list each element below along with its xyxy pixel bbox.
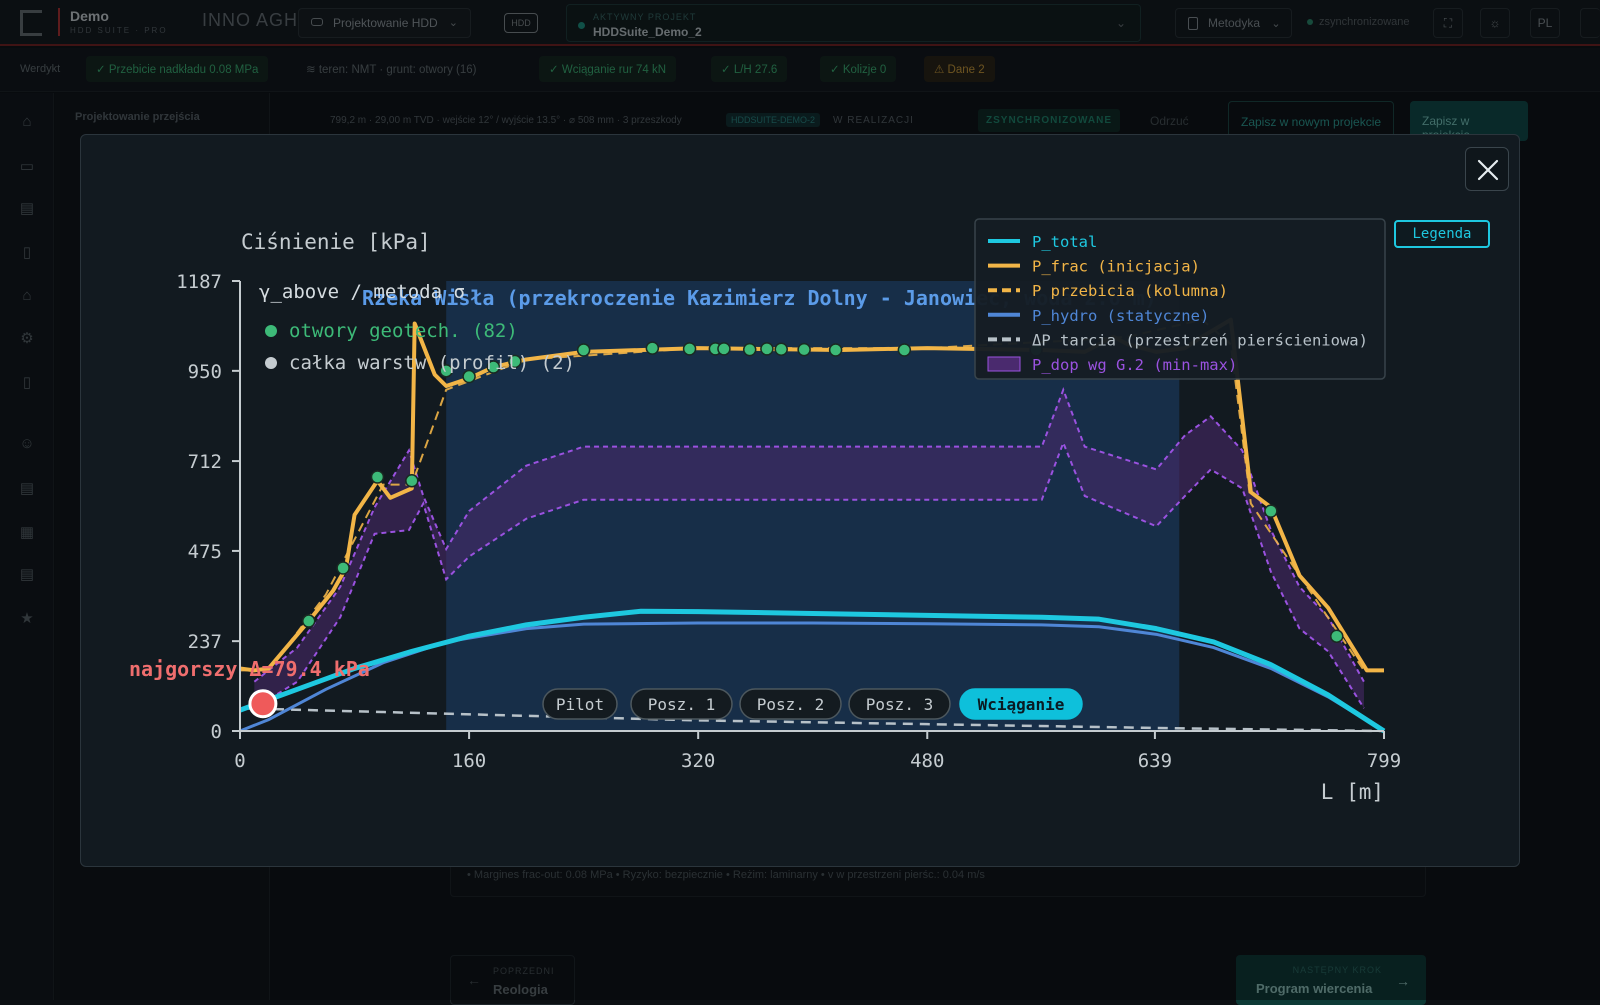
method-legend-label: otwory geotech. (82)	[289, 320, 518, 342]
geotech-point	[645, 341, 660, 355]
legend-swatch	[987, 356, 1021, 372]
y-tick-label: 0	[211, 721, 222, 743]
x-tick-label: 480	[910, 750, 944, 772]
x-tick-label: 320	[681, 750, 715, 772]
geotech-point	[717, 342, 731, 356]
worst-case-label: najgorszy Δ=79.4 kPa	[129, 657, 370, 681]
geotech-point	[774, 342, 788, 356]
y-tick-label: 712	[188, 451, 222, 473]
pressure-chart-modal: 0 237 475 712 950 1187 0 160 320 480 639 799 Ciśnien…	[80, 134, 1520, 867]
x-tick-label: 639	[1138, 750, 1172, 772]
geotech-point	[576, 343, 591, 357]
geotech-point	[828, 343, 843, 357]
close-button[interactable]	[1465, 147, 1509, 191]
geotech-point	[682, 342, 697, 356]
legend-label: ΔP tarcia (przestrzeń pierścieniowa)	[1032, 331, 1368, 349]
x-tick-label: 160	[452, 750, 486, 772]
y-tick-label: 237	[188, 631, 222, 653]
stage-tab-label[interactable]: Pilot	[556, 695, 604, 714]
method-legend-dot	[265, 325, 277, 337]
geotech-point	[1264, 504, 1278, 518]
close-icon	[1477, 159, 1499, 181]
geotech-point	[797, 342, 811, 357]
y-axis-title: Ciśnienie [kPa]	[241, 230, 431, 254]
legend-label: P_frac (inicjacja)	[1032, 258, 1200, 276]
geotech-point	[897, 343, 912, 357]
geotech-point	[336, 561, 350, 575]
geotech-point	[370, 470, 385, 484]
stage-tab-label[interactable]: Posz. 2	[757, 695, 824, 714]
method-label: γ_above / metoda σ	[259, 281, 465, 303]
geotech-point	[301, 614, 316, 628]
geotech-point	[1330, 629, 1344, 643]
x-tick-label: 799	[1367, 750, 1401, 772]
x-tick-label: 0	[234, 750, 245, 772]
geotech-point	[742, 342, 757, 357]
worst-case-marker	[248, 689, 278, 719]
method-legend-dot	[265, 357, 277, 369]
y-tick-label: 475	[188, 541, 222, 563]
stage-tab-label[interactable]: Wciąganie	[978, 695, 1065, 714]
stage-tab-label[interactable]: Posz. 1	[648, 695, 715, 714]
x-axis-title: L [m]	[1321, 780, 1384, 804]
legend-toggle-button[interactable]: Legenda	[1394, 220, 1490, 248]
y-tick-label: 950	[188, 361, 222, 383]
geotech-point	[760, 342, 774, 356]
legend-label: P przebicia (kolumna)	[1032, 282, 1228, 300]
method-legend-label: całka warstw (profil) (2)	[289, 352, 575, 374]
legend-label: P_total	[1032, 233, 1097, 251]
y-tick-label: 1187	[176, 271, 222, 293]
stage-tab-label[interactable]: Posz. 3	[866, 695, 933, 714]
legend-label: P_dop wg G.2 (min-max)	[1032, 356, 1237, 374]
pressure-chart: 0 237 475 712 950 1187 0 160 320 480 639 799 Ciśnien…	[129, 218, 1401, 804]
legend-label: P_hydro (statyczne)	[1032, 307, 1209, 325]
geotech-point	[405, 474, 419, 488]
